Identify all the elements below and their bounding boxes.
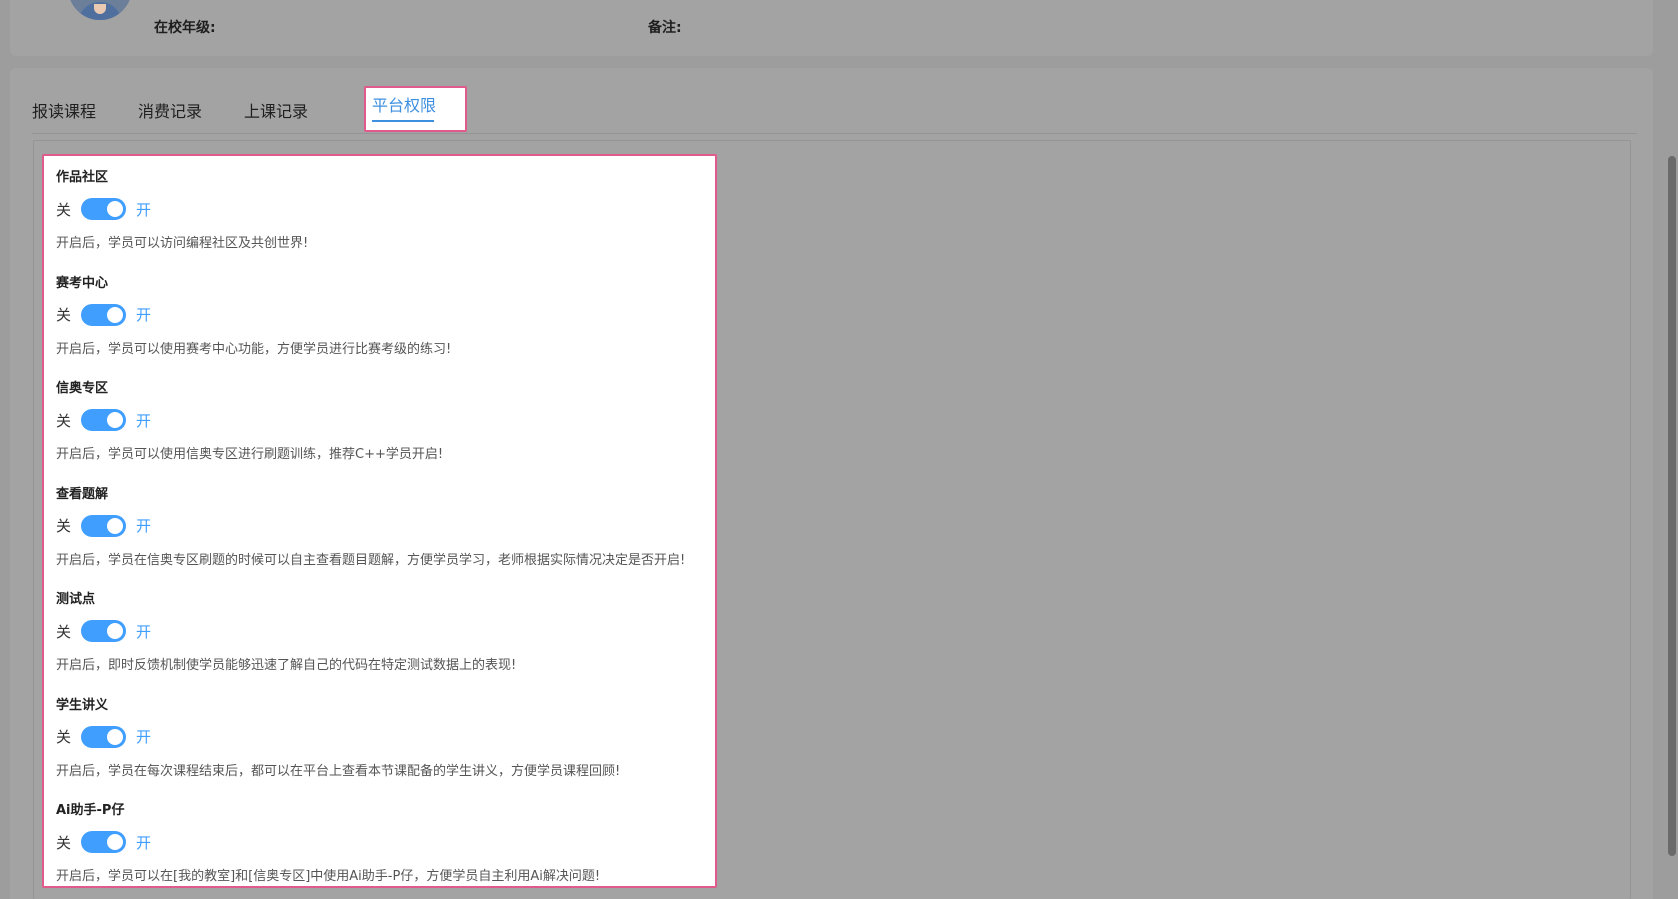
permission-item: Ai助手-P仔 关 开 开启后，学员可以在[我的教室]和[信奥专区]中使用Ai助… xyxy=(56,789,703,895)
switch-on-label[interactable]: 开 xyxy=(136,621,151,642)
student-info-card: 在校年级: 备注: xyxy=(10,0,1653,56)
permission-description: 开启后，学员可以使用信奥专区进行刷题训练，推荐C++学员开启! xyxy=(56,447,444,462)
grade-label: 在校年级: xyxy=(154,20,216,36)
permission-description: 开启后，学员在信奥专区刷题的时候可以自主查看题目题解，方便学员学习，老师根据实际… xyxy=(56,552,686,568)
olympiad-zone-toggle[interactable] xyxy=(81,409,127,431)
permission-switch-row: 关 开 xyxy=(56,198,703,220)
permission-description: 开启后，学员可以使用赛考中心功能，方便学员进行比赛考级的练习! xyxy=(56,341,452,357)
switch-on-label[interactable]: 开 xyxy=(136,304,151,325)
permission-item: 查看题解 关 开 开启后，学员在信奥专区刷题的时候可以自主查看题目题解，方便学员… xyxy=(56,473,703,579)
tab-enrolled-courses[interactable]: 报读课程 xyxy=(32,98,96,122)
switch-off-label[interactable]: 关 xyxy=(56,726,71,747)
page-scrollbar[interactable] xyxy=(1666,0,1678,899)
toggle-knob xyxy=(107,201,124,217)
toggle-knob xyxy=(107,728,124,745)
permission-title: 作品社区 xyxy=(56,170,109,185)
student-handouts-toggle[interactable] xyxy=(81,725,127,748)
switch-off-label[interactable]: 关 xyxy=(56,304,71,325)
permission-title: 信奥专区 xyxy=(56,381,109,396)
switch-off-label[interactable]: 关 xyxy=(56,832,71,853)
switch-on-label[interactable]: 开 xyxy=(136,726,151,747)
permission-item: 赛考中心 关 开 开启后，学员可以使用赛考中心功能，方便学员进行比赛考级的练习! xyxy=(56,262,703,368)
permission-switch-row: 关 开 xyxy=(56,620,703,642)
permission-switch-row: 关 开 xyxy=(56,514,703,537)
toggle-knob xyxy=(107,306,124,323)
permission-description: 开启后，学员可以访问编程社区及共创世界! xyxy=(56,236,309,251)
toggle-knob xyxy=(107,623,124,639)
switch-on-label[interactable]: 开 xyxy=(136,199,151,220)
permission-title: 学生讲义 xyxy=(56,697,109,713)
permission-title: Ai助手-P仔 xyxy=(56,803,125,818)
tab-class-records[interactable]: 上课记录 xyxy=(244,98,308,122)
switch-off-label[interactable]: 关 xyxy=(56,199,71,220)
remark-label: 备注: xyxy=(648,20,682,36)
permission-switch-row: 关 开 xyxy=(56,831,703,853)
tab-consumption-records[interactable]: 消费记录 xyxy=(138,98,202,122)
permission-description: 开启后，即时反馈机制使学员能够迅速了解自己的代码在特定测试数据上的表现! xyxy=(56,658,517,673)
permission-title: 赛考中心 xyxy=(56,275,109,291)
view-solutions-toggle[interactable] xyxy=(81,514,127,537)
test-points-toggle[interactable] xyxy=(81,620,127,642)
switch-off-label[interactable]: 关 xyxy=(56,410,71,431)
active-tab-indicator xyxy=(372,120,434,122)
tab-platform-permissions[interactable]: 平台权限 xyxy=(364,86,467,132)
tab-platform-permissions-label: 平台权限 xyxy=(372,96,437,115)
switch-off-label[interactable]: 关 xyxy=(56,621,71,642)
toggle-knob xyxy=(107,517,124,534)
switch-on-label[interactable]: 开 xyxy=(136,832,151,853)
permission-title: 查看题解 xyxy=(56,486,109,502)
switch-on-label[interactable]: 开 xyxy=(136,410,151,431)
tab-bar: 报读课程 消费记录 上课记录 平台权限 xyxy=(32,86,1637,134)
switch-on-label[interactable]: 开 xyxy=(136,515,151,536)
switch-off-label[interactable]: 关 xyxy=(56,515,71,536)
community-toggle[interactable] xyxy=(81,198,127,220)
permission-description: 开启后，学员可以在[我的教室]和[信奥专区]中使用Ai助手-P仔，方便学员自主利… xyxy=(56,869,601,884)
toggle-knob xyxy=(107,834,124,850)
permission-item: 学生讲义 关 开 开启后，学员在每次课程结束后，都可以在平台上查看本节课配备的学… xyxy=(56,684,703,790)
page: 在校年级: 备注: 报读课程 消费记录 上课记录 平台权限 作品社区 关 开 开… xyxy=(0,0,1678,899)
permissions-panel: 作品社区 关 开 开启后，学员可以访问编程社区及共创世界! 赛考中心 关 开 开… xyxy=(42,154,717,888)
permission-item: 信奥专区 关 开 开启后，学员可以使用信奥专区进行刷题训练，推荐C++学员开启! xyxy=(56,367,703,473)
permission-title: 测试点 xyxy=(56,592,96,607)
scrollbar-thumb[interactable] xyxy=(1668,156,1676,856)
avatar xyxy=(68,0,132,20)
toggle-knob xyxy=(107,412,124,428)
exam-center-toggle[interactable] xyxy=(81,303,127,326)
permission-switch-row: 关 开 xyxy=(56,303,703,326)
permission-switch-row: 关 开 xyxy=(56,409,703,431)
ai-assistant-toggle[interactable] xyxy=(81,831,127,853)
permission-item: 作品社区 关 开 开启后，学员可以访问编程社区及共创世界! xyxy=(56,156,703,262)
permission-description: 开启后，学员在每次课程结束后，都可以在平台上查看本节课配备的学生讲义，方便学员课… xyxy=(56,763,621,779)
permission-switch-row: 关 开 xyxy=(56,725,703,748)
permission-item: 测试点 关 开 开启后，即时反馈机制使学员能够迅速了解自己的代码在特定测试数据上… xyxy=(56,578,703,684)
